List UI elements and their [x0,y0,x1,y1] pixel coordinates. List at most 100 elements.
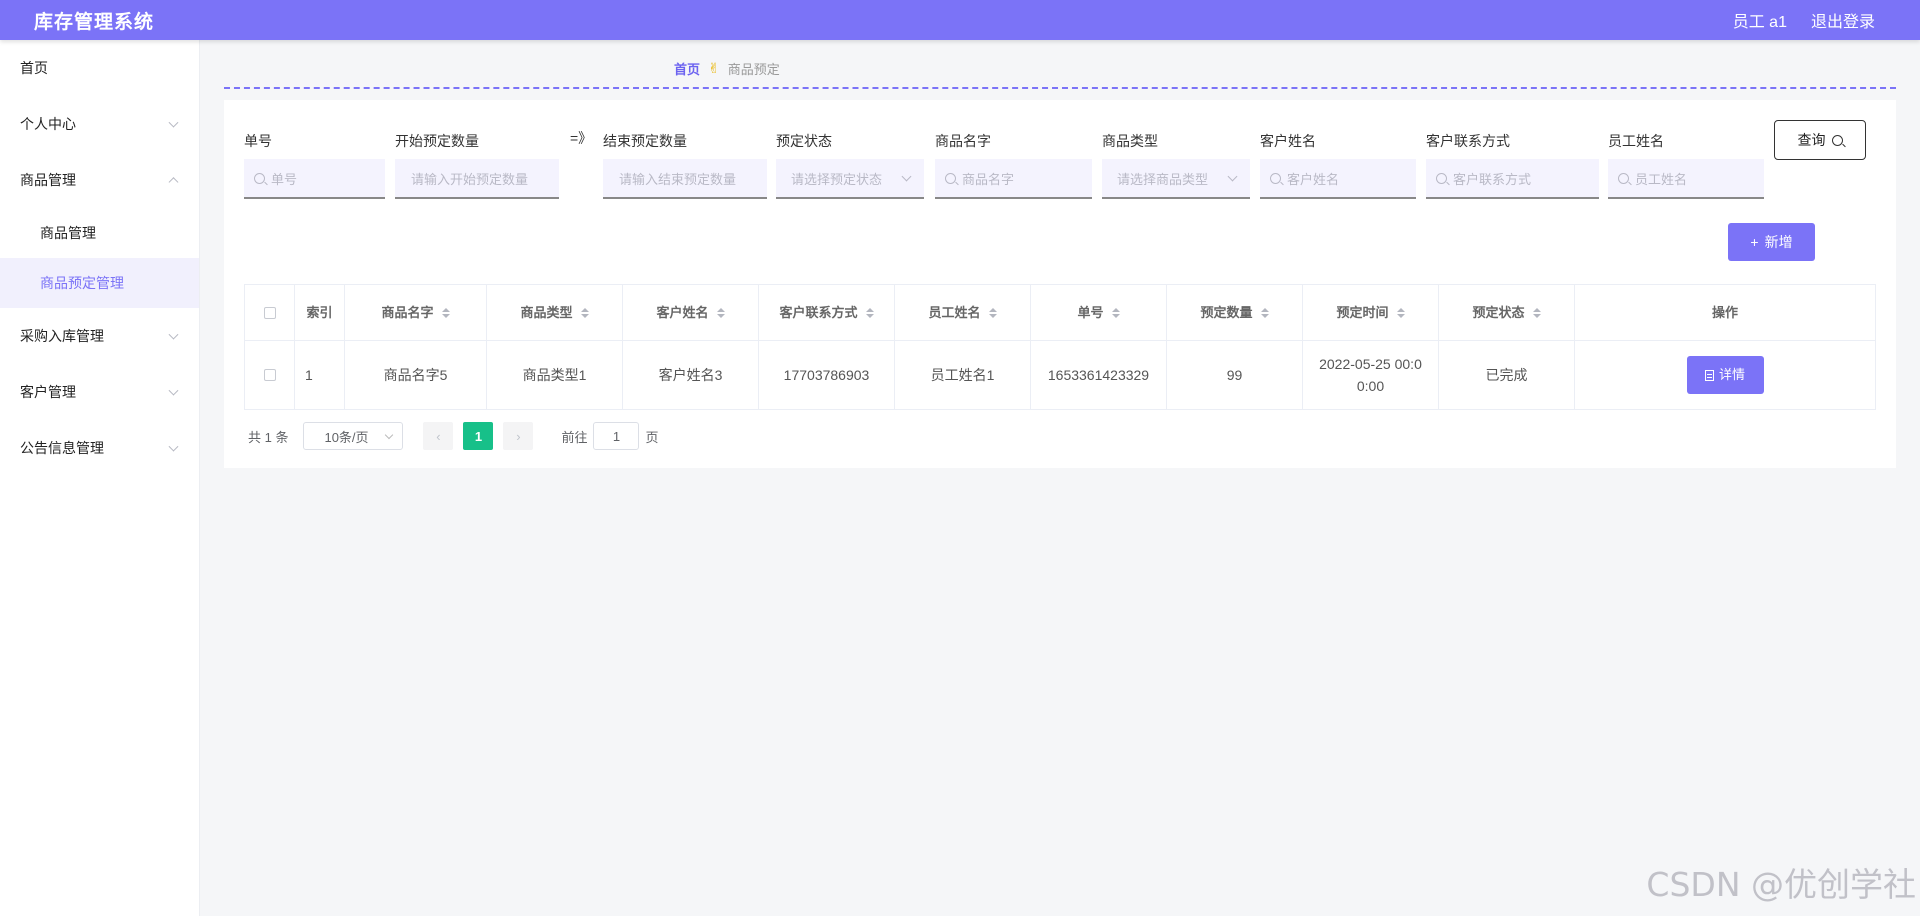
header-staff-name[interactable]: 员工姓名 [895,285,1031,340]
cell-qty: 99 [1167,341,1303,409]
sort-icon[interactable] [1111,307,1120,318]
status-placeholder: 请选择预定状态 [791,171,883,187]
customer-name-input[interactable]: 客户姓名 [1260,159,1416,199]
header-goods-name[interactable]: 商品名字 [345,285,487,340]
query-label: 查询 [1797,132,1826,148]
search-icon [945,172,956,184]
header-goods-type-label: 商品类型 [520,304,573,320]
detail-label: 详情 [1718,367,1745,382]
cell-order-no: 1653361423329 [1031,341,1167,409]
cell-time: 2022-05-25 00:00:00 [1303,341,1439,409]
row-checkbox[interactable] [263,369,276,381]
select-all-cell [245,285,295,340]
pagination-total: 共 1 条 [248,429,289,445]
sidebar-item-label: 个人中心 [20,116,76,132]
sidebar-item-goods-reservation[interactable]: 商品预定管理 [0,258,199,308]
status-select[interactable]: 请选择预定状态 [776,159,924,199]
filter-label-qty-start: 开始预定数量 [395,133,479,149]
filter-label-order-no: 单号 [244,133,272,149]
sidebar-item-purchase[interactable]: 采购入库管理 [0,308,199,364]
sidebar-item-label: 公告信息管理 [20,440,104,456]
header-customer-contact[interactable]: 客户联系方式 [759,285,895,340]
sort-icon[interactable] [441,307,450,318]
chevron-left-icon: ‹ [436,428,441,444]
sidebar-item-home[interactable]: 首页 [0,40,199,96]
customer-contact-placeholder: 客户联系方式 [1453,171,1532,187]
header-goods-name-label: 商品名字 [381,304,434,320]
add-label: 新增 [1764,234,1793,250]
sidebar-item-label: 采购入库管理 [20,328,104,344]
sort-icon[interactable] [1260,307,1269,318]
select-all-checkbox[interactable] [263,306,276,319]
qty-start-input[interactable]: 请输入开始预定数量 [395,159,559,199]
filter-label-status: 预定状态 [776,133,832,149]
header-ops-label: 操作 [1711,304,1738,320]
goods-name-input[interactable]: 商品名字 [935,159,1092,199]
cell-index: 1 [295,341,345,409]
sort-icon[interactable] [716,307,725,318]
detail-button[interactable]: 详情 [1686,356,1764,394]
customer-contact-input[interactable]: 客户联系方式 [1426,159,1599,199]
sort-icon[interactable] [865,307,874,318]
chevron-down-icon [168,385,179,396]
goto-page-input[interactable]: 1 [593,422,640,450]
qty-end-input[interactable]: 请输入结束预定数量 [603,159,767,199]
sidebar-item-goods-group[interactable]: 商品管理 [0,152,199,208]
logout-link[interactable]: 退出登录 [1811,8,1875,32]
header-time[interactable]: 预定时间 [1303,285,1439,340]
sort-icon[interactable] [1532,307,1541,318]
header-staff-name-label: 员工姓名 [928,304,981,320]
header-qty[interactable]: 预定数量 [1167,285,1303,340]
range-separator: =》 [570,130,593,146]
sort-icon[interactable] [1396,307,1405,318]
table-header: 索引 商品名字 商品类型 客户姓名 客户联系方式 员工姓名 单号 预定数量 预定… [245,285,1875,341]
header-index-label: 索引 [306,304,333,320]
sort-icon[interactable] [580,307,589,318]
prev-page-button[interactable]: ‹ [423,422,454,450]
header-goods-type[interactable]: 商品类型 [487,285,623,340]
order-no-placeholder: 单号 [271,171,298,187]
add-button[interactable]: + 新增 [1728,223,1815,261]
sidebar-item-profile[interactable]: 个人中心 [0,96,199,152]
goto-prefix: 前往 [561,429,588,445]
order-no-input[interactable]: 单号 [244,159,385,199]
sidebar: 首页 个人中心 商品管理 商品管理 商品预定管理 采购入库管理 客户管理 公告信… [0,40,200,916]
sidebar-item-label: 商品管理 [40,225,96,241]
table-row: 1 商品名字5 商品类型1 客户姓名3 17703786903 员工姓名1 16… [245,341,1875,409]
chevron-down-icon [901,171,912,182]
cell-customer-contact: 17703786903 [759,341,895,409]
header-customer-name-label: 客户姓名 [656,304,709,320]
staff-name-input[interactable]: 员工姓名 [1608,159,1764,199]
header-order-no-label: 单号 [1077,304,1104,320]
sort-icon[interactable] [988,307,997,318]
page-number-current[interactable]: 1 [463,422,494,450]
query-button[interactable]: 查询 [1774,120,1866,160]
search-icon [1831,134,1843,146]
search-icon [1618,172,1629,184]
chevron-down-icon [1227,171,1238,182]
next-page-button[interactable]: › [503,422,534,450]
row-select-cell [245,341,295,409]
header-customer-name[interactable]: 客户姓名 [623,285,759,340]
page-size-select[interactable]: 10条/页 [303,422,404,450]
header-qty-label: 预定数量 [1200,304,1253,320]
breadcrumb-home[interactable]: 首页 [674,59,700,78]
header-order-no[interactable]: 单号 [1031,285,1167,340]
sidebar-item-notices[interactable]: 公告信息管理 [0,420,199,476]
qty-start-placeholder: 请输入开始预定数量 [411,171,529,187]
current-user[interactable]: 员工 a1 [1733,8,1787,32]
breadcrumb-current: 商品预定 [727,62,780,77]
chevron-down-icon [385,430,394,440]
staff-name-placeholder: 员工姓名 [1635,171,1688,187]
header-time-label: 预定时间 [1336,304,1389,320]
top-user-area: 员工 a1 退出登录 [1733,8,1875,32]
sidebar-item-customers[interactable]: 客户管理 [0,364,199,420]
cell-goods-type: 商品类型1 [487,341,623,409]
pagination: 共 1 条 10条/页 ‹ 1 › 前往 1 页 [248,422,659,450]
header-customer-contact-label: 客户联系方式 [779,304,858,320]
filter-label-staff-name: 员工姓名 [1608,133,1664,149]
header-status[interactable]: 预定状态 [1439,285,1575,340]
sidebar-item-goods[interactable]: 商品管理 [0,208,199,258]
goods-type-select[interactable]: 请选择商品类型 [1102,159,1250,199]
chevron-right-icon: › [516,428,521,444]
